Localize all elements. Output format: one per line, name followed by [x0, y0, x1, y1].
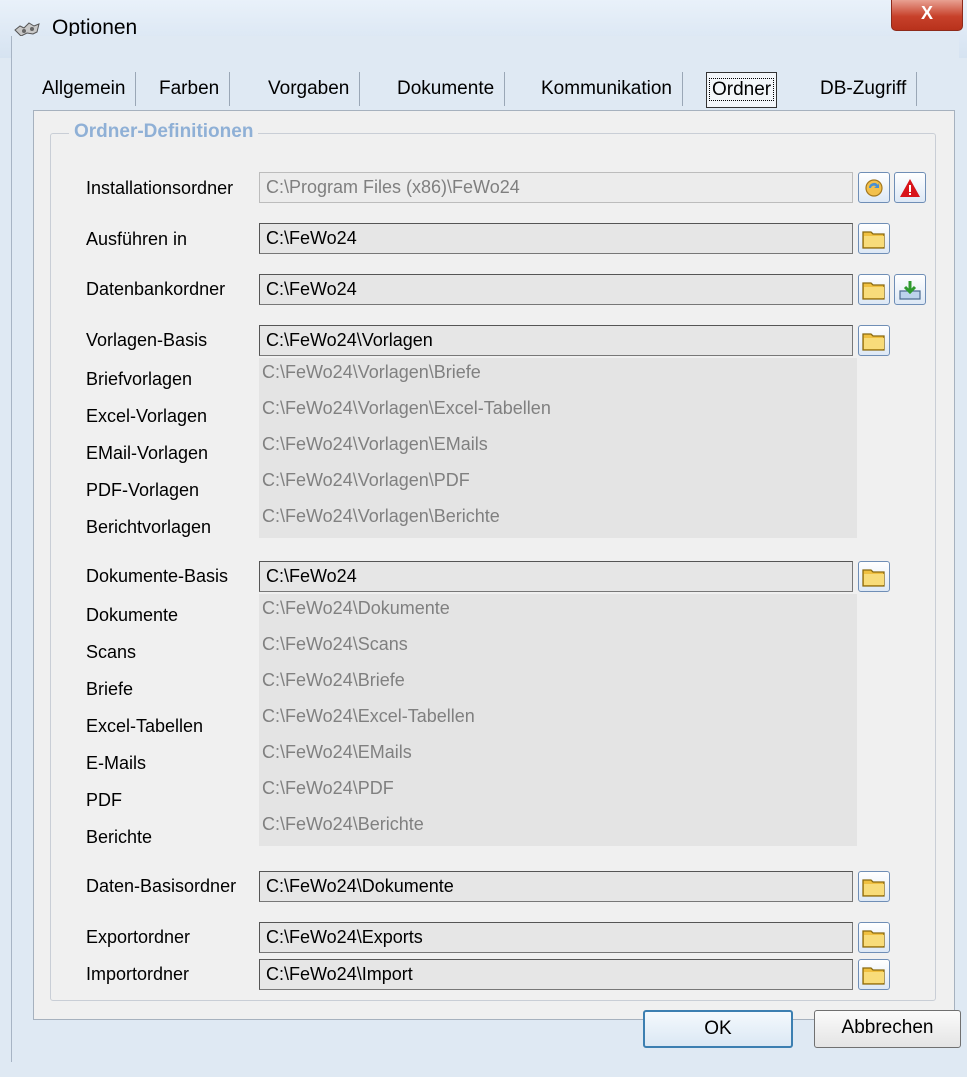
warning-icon: [900, 179, 920, 197]
label-ausfuehren-in: Ausführen in: [86, 229, 188, 249]
download-tray-icon: [899, 281, 921, 300]
label-importordner: Importordner: [86, 964, 190, 984]
warning-button[interactable]: [894, 172, 926, 203]
label-exportordner: Exportordner: [86, 927, 191, 947]
label-pdf-vorlagen: PDF-Vorlagen: [86, 480, 200, 500]
browse-vorlagen-basis-button[interactable]: [858, 325, 890, 356]
group-title: Ordner-Definitionen: [69, 121, 259, 143]
database-download-button[interactable]: [894, 274, 926, 305]
exportordner-field[interactable]: C:\FeWo24\Exports: [259, 922, 853, 953]
installationsordner-field: C:\Program Files (x86)\FeWo24: [259, 172, 853, 203]
browse-dokumente-basis-button[interactable]: [858, 561, 890, 592]
tab-panel-ordner: Ordner-Definitionen Installationsordner …: [33, 110, 955, 1020]
folder-icon: [862, 927, 886, 949]
tab-ordner-label: Ordner: [708, 78, 775, 101]
label-briefe: Briefe: [86, 679, 134, 699]
email-vorlagen-value: C:\FeWo24\Vorlagen\EMails: [259, 430, 857, 466]
tab-farben[interactable]: Farben: [149, 72, 231, 106]
tab-ordner[interactable]: Ordner: [706, 72, 778, 108]
label-vorlagen-basis: Vorlagen-Basis: [86, 330, 208, 350]
label-datenbankordner: Datenbankordner: [86, 279, 226, 299]
ausfuehren-in-field[interactable]: C:\FeWo24: [259, 223, 853, 254]
label-daten-basisordner: Daten-Basisordner: [86, 876, 237, 896]
dokumente-basis-field[interactable]: C:\FeWo24: [259, 561, 853, 592]
refresh-icon: [865, 179, 883, 197]
vorlagen-basis-field[interactable]: C:\FeWo24\Vorlagen: [259, 325, 853, 356]
label-pdf: PDF: [86, 790, 122, 810]
label-dokumente: Dokumente: [86, 605, 179, 625]
browse-exportordner-button[interactable]: [858, 922, 890, 953]
tab-allgemein[interactable]: Allgemein: [32, 72, 137, 106]
browse-datenbankordner-button[interactable]: [858, 274, 890, 305]
label-briefvorlagen: Briefvorlagen: [86, 369, 193, 389]
label-berichte: Berichte: [86, 827, 153, 847]
folder-icon: [862, 566, 886, 588]
excel-tabellen-value: C:\FeWo24\Excel-Tabellen: [259, 702, 857, 738]
berichtvorlagen-value: C:\FeWo24\Vorlagen\Berichte: [259, 502, 857, 538]
tab-db-zugriff[interactable]: DB-Zugriff: [810, 72, 918, 106]
ordner-definitionen-group: Ordner-Definitionen Installationsordner …: [50, 121, 936, 1001]
refresh-button[interactable]: [858, 172, 890, 203]
label-email-vorlagen: EMail-Vorlagen: [86, 443, 209, 463]
label-excel-vorlagen: Excel-Vorlagen: [86, 406, 208, 426]
dokumente-value: C:\FeWo24\Dokumente: [259, 594, 857, 630]
folder-icon: [862, 876, 886, 898]
folder-icon: [862, 228, 886, 250]
dialog-body: Allgemein Farben Vorgaben Dokumente Komm…: [11, 36, 959, 1062]
datenbankordner-field[interactable]: C:\FeWo24: [259, 274, 853, 305]
e-mails-value: C:\FeWo24\EMails: [259, 738, 857, 774]
cancel-button[interactable]: Abbrechen: [814, 1010, 961, 1048]
label-berichtvorlagen: Berichtvorlagen: [86, 517, 212, 537]
label-dokumente-basis: Dokumente-Basis: [86, 566, 229, 586]
folder-icon: [862, 330, 886, 352]
tab-bar: Allgemein Farben Vorgaben Dokumente Komm…: [12, 66, 959, 110]
briefvorlagen-value: C:\FeWo24\Vorlagen\Briefe: [259, 358, 857, 394]
pdf-vorlagen-value: C:\FeWo24\Vorlagen\PDF: [259, 466, 857, 502]
folder-icon: [862, 964, 886, 986]
tab-vorgaben[interactable]: Vorgaben: [258, 72, 361, 106]
tab-kommunikation[interactable]: Kommunikation: [531, 72, 683, 106]
browse-importordner-button[interactable]: [858, 959, 890, 990]
close-button[interactable]: X: [891, 0, 963, 31]
label-installationsordner: Installationsordner: [86, 178, 234, 198]
label-excel-tabellen: Excel-Tabellen: [86, 716, 204, 736]
berichte-value: C:\FeWo24\Berichte: [259, 810, 857, 846]
browse-ausfuehren-in-button[interactable]: [858, 223, 890, 254]
pdf-value: C:\FeWo24\PDF: [259, 774, 857, 810]
browse-daten-basisordner-button[interactable]: [858, 871, 890, 902]
importordner-field[interactable]: C:\FeWo24\Import: [259, 959, 853, 990]
excel-vorlagen-value: C:\FeWo24\Vorlagen\Excel-Tabellen: [259, 394, 857, 430]
folder-icon: [862, 279, 886, 301]
label-e-mails: E-Mails: [86, 753, 147, 773]
tab-dokumente[interactable]: Dokumente: [387, 72, 506, 106]
ok-button[interactable]: OK: [643, 1010, 793, 1048]
briefe-value: C:\FeWo24\Briefe: [259, 666, 857, 702]
label-scans: Scans: [86, 642, 137, 662]
scans-value: C:\FeWo24\Scans: [259, 630, 857, 666]
daten-basisordner-field[interactable]: C:\FeWo24\Dokumente: [259, 871, 853, 902]
